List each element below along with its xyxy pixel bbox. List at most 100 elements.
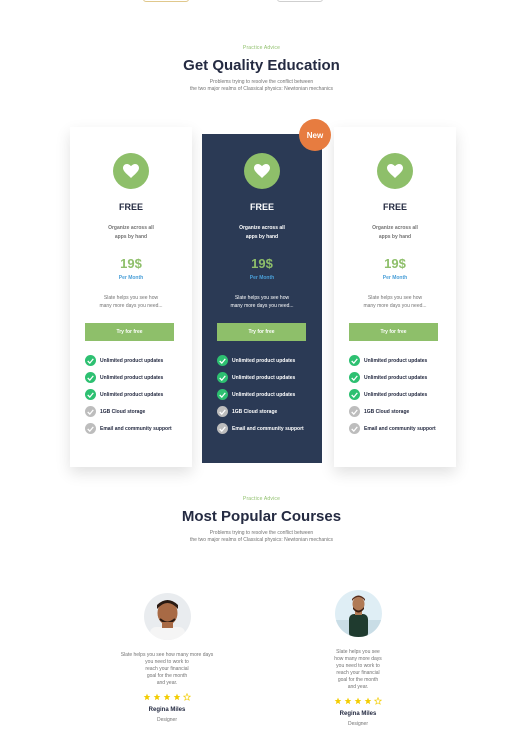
feature-label: Email and community support bbox=[100, 426, 172, 432]
plan-name: FREE bbox=[249, 202, 274, 212]
star-icon bbox=[334, 697, 342, 705]
top-cutoff-button-left[interactable] bbox=[143, 0, 189, 2]
feature-item: Unlimited product updates bbox=[85, 389, 188, 406]
pricing-subtitle-line: Problems trying to resolve the conflict … bbox=[209, 79, 314, 85]
feature-label: 1GB Cloud storage bbox=[100, 409, 146, 415]
courses-subtitle: Problems trying to resolve the conflict … bbox=[0, 530, 523, 544]
check-circle-grey-icon bbox=[217, 423, 228, 434]
feature-item: Unlimited product updates bbox=[217, 355, 318, 372]
quote-line: and year. bbox=[347, 684, 369, 690]
feature-list: Unlimited product updates Unlimited prod… bbox=[217, 355, 318, 440]
plan-price: 19$ bbox=[251, 256, 273, 271]
feature-label: Unlimited product updates bbox=[364, 375, 428, 381]
check-circle-icon bbox=[217, 372, 228, 383]
heart-icon bbox=[377, 153, 413, 189]
check-circle-icon bbox=[85, 372, 96, 383]
courses-title: Most Popular Courses bbox=[181, 508, 342, 525]
plan-name: FREE bbox=[382, 202, 407, 212]
star-icon bbox=[143, 693, 151, 701]
feature-label: Unlimited product updates bbox=[364, 392, 428, 398]
courses-subtitle-line: Problems trying to resolve the conflict … bbox=[209, 530, 314, 536]
testimonial-quote: Slate helps you see how many more days y… bbox=[318, 649, 398, 691]
try-for-free-button[interactable]: Try for free bbox=[85, 323, 174, 341]
plan-price: 19$ bbox=[120, 256, 142, 271]
pricing-subtitle: Problems trying to resolve the conflict … bbox=[0, 79, 523, 93]
feature-label: Email and community support bbox=[364, 426, 436, 432]
testimonial-card-2: Slate helps you see how many more days y… bbox=[318, 590, 398, 727]
feature-item: Unlimited product updates bbox=[349, 355, 452, 372]
feature-label: Unlimited product updates bbox=[100, 375, 164, 381]
feature-label: 1GB Cloud storage bbox=[232, 409, 278, 415]
check-circle-grey-icon bbox=[349, 423, 360, 434]
plan-description-line: apps by hand bbox=[245, 234, 279, 240]
pricing-card-2: FREE Organize across all apps by hand 19… bbox=[202, 134, 322, 463]
plan-description-line: apps by hand bbox=[378, 234, 412, 240]
quote-line: you need to work to bbox=[145, 659, 189, 665]
star-icon bbox=[364, 697, 372, 705]
feature-item: Email and community support bbox=[85, 423, 188, 440]
star-icon bbox=[153, 693, 161, 701]
check-circle-icon bbox=[85, 389, 96, 400]
plan-note-line: Slate helps you see how bbox=[103, 295, 159, 301]
feature-label: 1GB Cloud storage bbox=[364, 409, 410, 415]
person-role: Designer bbox=[156, 717, 177, 723]
check-circle-icon bbox=[349, 372, 360, 383]
testimonial-card-1: Slate helps you see how many more days y… bbox=[105, 593, 229, 723]
check-circle-grey-icon bbox=[85, 423, 96, 434]
plan-period: Per Month bbox=[249, 275, 275, 281]
quote-line: and year. bbox=[156, 680, 178, 686]
testimonial-quote: Slate helps you see how many more days y… bbox=[105, 652, 229, 687]
feature-item: Unlimited product updates bbox=[217, 372, 318, 389]
quote-line: Slate helps you see bbox=[336, 649, 380, 655]
quote-line: Slate helps you see how many more days bbox=[120, 652, 214, 658]
plan-note: Slate helps you see how many more days y… bbox=[334, 294, 456, 310]
pricing-eyebrow: Practice Advice bbox=[242, 45, 281, 51]
plan-description: Organize across all apps by hand bbox=[70, 224, 192, 242]
check-circle-icon bbox=[85, 355, 96, 366]
feature-item: Unlimited product updates bbox=[349, 389, 452, 406]
feature-item: 1GB Cloud storage bbox=[349, 406, 452, 423]
star-rating bbox=[318, 697, 398, 705]
plan-description-line: apps by hand bbox=[114, 234, 148, 240]
star-outline-icon bbox=[183, 693, 191, 701]
person-name: Regina Miles bbox=[339, 711, 377, 717]
quote-line: goal for the month bbox=[337, 677, 379, 683]
try-for-free-button[interactable]: Try for free bbox=[217, 323, 306, 341]
check-circle-icon bbox=[349, 389, 360, 400]
check-circle-grey-icon bbox=[349, 406, 360, 417]
check-circle-icon bbox=[217, 355, 228, 366]
plan-description-line: Organize across all bbox=[372, 225, 418, 231]
feature-item: 1GB Cloud storage bbox=[85, 406, 188, 423]
quote-line: how many more days bbox=[334, 656, 382, 662]
quote-line: goal for the month bbox=[146, 673, 188, 679]
plan-price: 19$ bbox=[384, 256, 406, 271]
plan-note: Slate helps you see how many more days y… bbox=[202, 294, 322, 310]
plan-note-line: Slate helps you see how bbox=[234, 295, 290, 301]
feature-item: Unlimited product updates bbox=[349, 372, 452, 389]
try-for-free-button[interactable]: Try for free bbox=[349, 323, 438, 341]
feature-label: Unlimited product updates bbox=[100, 358, 164, 364]
top-cutoff-button-right[interactable] bbox=[277, 0, 323, 2]
heart-icon bbox=[113, 153, 149, 189]
courses-eyebrow: Practice Advice bbox=[242, 496, 281, 502]
pricing-card-3: FREE Organize across all apps by hand 19… bbox=[334, 127, 456, 467]
plan-period: Per Month bbox=[382, 275, 408, 281]
pricing-subtitle-line: the two major realms of Classical physic… bbox=[189, 86, 334, 92]
check-circle-grey-icon bbox=[85, 406, 96, 417]
feature-item: 1GB Cloud storage bbox=[217, 406, 318, 423]
plan-description-line: Organize across all bbox=[239, 225, 285, 231]
star-rating bbox=[105, 693, 229, 701]
courses-subtitle-line: the two major realms of Classical physic… bbox=[189, 537, 334, 543]
person-role: Designer bbox=[347, 721, 368, 727]
star-outline-icon bbox=[374, 697, 382, 705]
pricing-card-1: FREE Organize across all apps by hand 19… bbox=[70, 127, 192, 467]
pricing-header: Practice Advice Get Quality Education Pr… bbox=[0, 45, 523, 93]
plan-description: Organize across all apps by hand bbox=[202, 224, 322, 242]
plan-note-line: many more days you need... bbox=[230, 303, 294, 309]
check-circle-icon bbox=[217, 389, 228, 400]
person-name: Regina Miles bbox=[148, 707, 186, 713]
courses-header: Practice Advice Most Popular Courses Pro… bbox=[0, 496, 523, 544]
feature-label: Unlimited product updates bbox=[364, 358, 428, 364]
pricing-title: Get Quality Education bbox=[183, 57, 340, 74]
plan-note-line: many more days you need... bbox=[99, 303, 163, 309]
